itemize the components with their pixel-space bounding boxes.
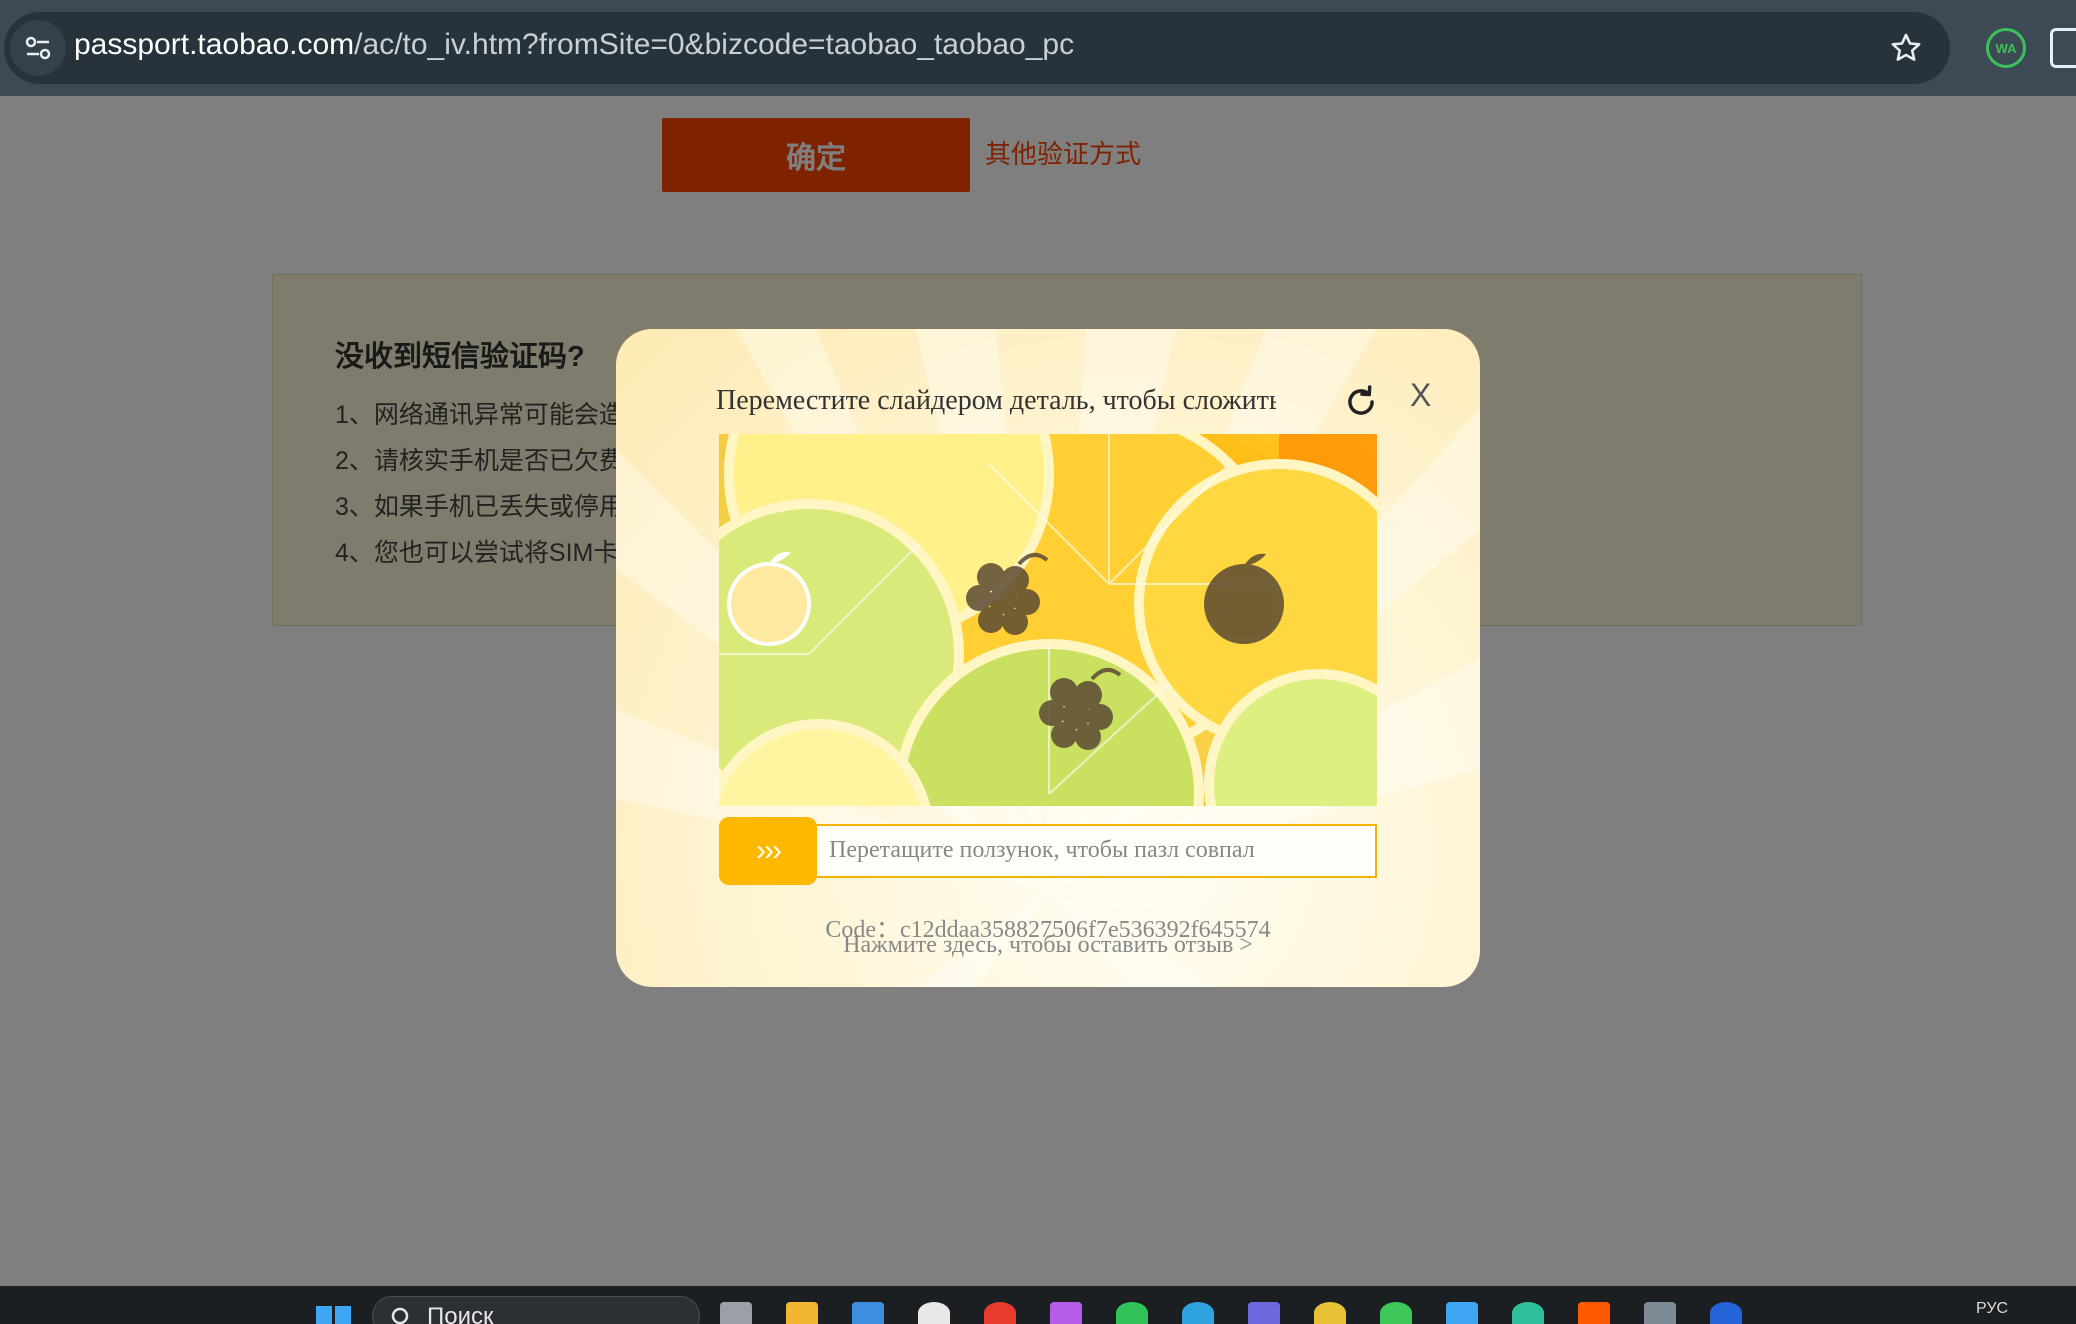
yandex-icon[interactable] [984,1302,1016,1324]
vue-app-icon[interactable] [1512,1302,1544,1324]
chrome-icon[interactable] [1314,1302,1346,1324]
send-app-icon[interactable] [1446,1302,1478,1324]
browser-toolbar: passport.taobao.com/ac/to_iv.htm?fromSit… [0,0,2076,96]
search-icon [391,1307,409,1324]
taskbar: Поиск РУС [0,1286,2076,1324]
slider-handle[interactable]: ››› [719,817,817,885]
url-text[interactable]: passport.taobao.com/ac/to_iv.htm?fromSit… [74,28,1074,62]
language-indicator[interactable]: РУС [1976,1300,2008,1318]
calculator-icon[interactable] [1644,1302,1676,1324]
slider-track[interactable]: Перетащите ползунок, чтобы пазл совпал [719,824,1377,878]
captcha-dialog: Переместите слайдером деталь, чтобы слож… [616,329,1480,987]
file-explorer-icon[interactable] [786,1302,818,1324]
taskbar-search[interactable]: Поиск [372,1296,700,1324]
url-host: passport.taobao.com [74,28,355,61]
store-icon[interactable] [852,1302,884,1324]
puzzle-image [719,434,1377,806]
telegram-icon[interactable] [1182,1302,1214,1324]
bookmark-star-icon[interactable] [1884,26,1928,70]
whatsapp-icon[interactable] [1116,1302,1148,1324]
taobao-icon[interactable] [1578,1302,1610,1324]
captcha-title: Переместите слайдером деталь, чтобы слож… [716,385,1276,416]
slider-hint: Перетащите ползунок, чтобы пазл совпал [829,837,1255,863]
edge-icon[interactable] [1710,1302,1742,1324]
extensions-puzzle-icon[interactable] [2050,28,2076,68]
site-info-icon[interactable] [10,20,66,76]
close-icon[interactable]: X [1410,377,1431,414]
yandex-browser-icon[interactable] [918,1302,950,1324]
teams-icon[interactable] [1248,1302,1280,1324]
taskbar-search-label: Поиск [427,1303,494,1324]
whatsapp-extension-icon[interactable]: WA [1986,28,2026,68]
address-bar[interactable]: passport.taobao.com/ac/to_iv.htm?fromSit… [4,12,1950,84]
task-view-icon[interactable] [720,1302,752,1324]
windows-start-icon[interactable] [316,1304,352,1324]
feedback-link[interactable]: Нажмите здесь, чтобы оставить отзыв > [616,932,1480,959]
wechat-icon[interactable] [1380,1302,1412,1324]
url-path: /ac/to_iv.htm?fromSite=0&bizcode=taobao_… [354,28,1075,61]
app-icon[interactable] [1050,1302,1082,1324]
refresh-icon[interactable] [1342,383,1380,421]
page-viewport: 确定 其他验证方式 没收到短信验证码? 1、网络通讯异常可能会造 2、请核实手机… [0,96,2076,1286]
